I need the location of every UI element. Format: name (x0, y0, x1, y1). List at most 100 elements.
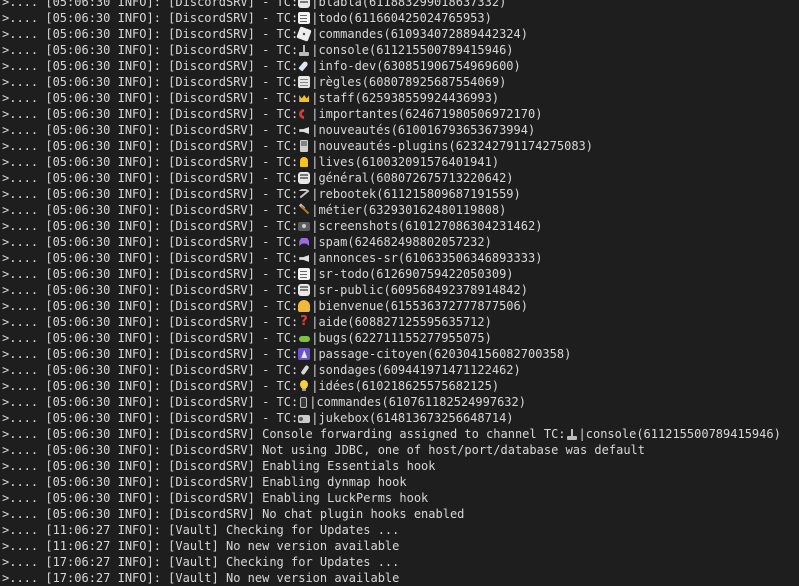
log-text: [05:06:30 INFO]: [DiscordSRV] - TC: (45, 395, 299, 409)
prompt-marker: >.... (2, 491, 46, 505)
log-text: [05:06:30 INFO]: [DiscordSRV] - TC: (45, 283, 299, 297)
log-text: [05:06:30 INFO]: [DiscordSRV] Enabling E… (45, 459, 436, 473)
log-text: [05:06:30 INFO]: [DiscordSRV] - TC: (45, 107, 299, 121)
channel-name: |blabla(611883299018637332) (311, 0, 507, 9)
pager-icon (300, 140, 309, 152)
log-line: >.... [17:06:27 INFO]: [Vault] No new ve… (2, 570, 781, 586)
log-line: >.... [05:06:30 INFO]: [DiscordSRV] - TC… (2, 202, 781, 218)
log-text: [05:06:30 INFO]: [DiscordSRV] - TC: (45, 0, 299, 9)
channel-name: |lives(610032091576401941) (311, 155, 500, 169)
log-line: >.... [05:06:30 INFO]: [DiscordSRV] - TC… (2, 234, 781, 250)
log-text: [05:06:30 INFO]: [DiscordSRV] - TC: (45, 299, 299, 313)
prompt-marker: >.... (2, 75, 46, 89)
log-line: >.... [05:06:30 INFO]: [DiscordSRV] - TC… (2, 378, 781, 394)
log-line: >.... [05:06:30 INFO]: [DiscordSRV] - TC… (2, 266, 781, 282)
speech-balloon-icon (298, 0, 311, 8)
log-line: >.... [05:06:30 INFO]: [DiscordSRV] - TC… (2, 0, 781, 10)
log-text: [05:06:30 INFO]: [DiscordSRV] - TC: (45, 75, 299, 89)
channel-name: |bugs(622711155277955075) (311, 331, 492, 345)
log-line: >.... [05:06:30 INFO]: [DiscordSRV] Not … (2, 442, 781, 458)
log-line: >.... [05:06:30 INFO]: [DiscordSRV] - TC… (2, 218, 781, 234)
log-text: [05:06:30 INFO]: [DiscordSRV] Enabling L… (45, 491, 429, 505)
log-text: [05:06:30 INFO]: [DiscordSRV] - TC: (45, 251, 299, 265)
megaphone-icon (298, 252, 310, 264)
log-text: [11:06:27 INFO]: [Vault] No new version … (45, 539, 400, 553)
prompt-marker: >.... (2, 299, 46, 313)
log-text: [05:06:30 INFO]: [DiscordSRV] - TC: (45, 91, 299, 105)
log-text: [17:06:27 INFO]: [Vault] No new version … (45, 571, 400, 585)
log-line: >.... [05:06:30 INFO]: [DiscordSRV] - TC… (2, 394, 781, 410)
prompt-marker: >.... (2, 427, 46, 441)
speech-balloon-icon (298, 284, 311, 296)
joystick-icon (298, 44, 310, 56)
log-line: >.... [05:06:30 INFO]: [DiscordSRV] - TC… (2, 282, 781, 298)
bug-icon (298, 332, 311, 344)
prompt-marker: >.... (2, 139, 46, 153)
channel-name: |nouveautés(610016793653673994) (311, 123, 536, 137)
prompt-marker: >.... (2, 203, 46, 217)
log-text: [05:06:30 INFO]: [DiscordSRV] - TC: (45, 43, 299, 57)
channel-name: |métier(632930162480119808) (311, 203, 507, 217)
log-line: >.... [05:06:30 INFO]: [DiscordSRV] - TC… (2, 122, 781, 138)
prompt-marker: >.... (2, 411, 46, 425)
crown-icon (298, 92, 310, 104)
channel-name: |règles(608078925687554069) (311, 75, 507, 89)
channel-name: |commandes(610934072889442324) (311, 27, 528, 41)
radio-icon (298, 415, 311, 423)
channel-name: |sr-public(609568492378914842) (311, 283, 528, 297)
channel-name: |sondages(609441971471122462) (311, 363, 521, 377)
log-text: [05:06:30 INFO]: [DiscordSRV] - TC: (45, 139, 299, 153)
prompt-marker: >.... (2, 443, 46, 457)
joystick-icon (566, 428, 578, 440)
console-output[interactable]: >.... [05:06:30 INFO]: [DiscordSRV] - TC… (0, 0, 799, 586)
log-text: [05:06:30 INFO]: [DiscordSRV] - TC: (45, 203, 299, 217)
log-lines: >.... [05:06:30 INFO]: [DiscordSRV] - TC… (2, 0, 781, 586)
log-line: >.... [05:06:30 INFO]: [DiscordSRV] - TC… (2, 138, 781, 154)
channel-name: |annonces-sr(610633506346893333) (311, 251, 543, 265)
prompt-marker: >.... (2, 475, 46, 489)
log-line: >.... [05:06:30 INFO]: [DiscordSRV] - TC… (2, 90, 781, 106)
log-text: [05:06:30 INFO]: [DiscordSRV] - TC: (45, 363, 299, 377)
prompt-marker: >.... (2, 0, 46, 9)
prompt-marker: >.... (2, 27, 46, 41)
log-line: >.... [17:06:27 INFO]: [Vault] Checking … (2, 554, 781, 570)
log-text: [05:06:30 INFO]: [DiscordSRV] - TC: (45, 331, 299, 345)
log-line: >.... [05:06:30 INFO]: [DiscordSRV] Enab… (2, 474, 781, 490)
log-text: [05:06:30 INFO]: [DiscordSRV] - TC: (45, 123, 299, 137)
channel-name: |importantes(624671980506972170) (311, 107, 543, 121)
prompt-marker: >.... (2, 283, 46, 297)
log-line: >.... [05:06:30 INFO]: [DiscordSRV] Enab… (2, 458, 781, 474)
telephone-icon (298, 108, 310, 120)
prompt-marker: >.... (2, 107, 46, 121)
log-line: >.... [05:06:30 INFO]: [DiscordSRV] - TC… (2, 74, 781, 90)
log-text: [11:06:27 INFO]: [Vault] Checking for Up… (45, 523, 400, 537)
channel-name: |info-dev(630851906754969600) (311, 59, 521, 73)
log-line: >.... [05:06:30 INFO]: [DiscordSRV] - TC… (2, 314, 781, 330)
bell-icon (298, 156, 310, 168)
speech-balloon-icon (298, 172, 311, 184)
memo-icon (298, 268, 311, 280)
channel-name: |aide(608827125595635712) (311, 315, 492, 329)
log-text: [05:06:30 INFO]: [DiscordSRV] - TC: (45, 267, 299, 281)
prompt-marker: >.... (2, 91, 46, 105)
log-line: >.... [05:06:30 INFO]: [DiscordSRV] - TC… (2, 10, 781, 26)
channel-name: |spam(624682498802057232) (311, 235, 492, 249)
prompt-marker: >.... (2, 315, 46, 329)
prompt-marker: >.... (2, 59, 46, 73)
channel-name: |console(611215500789415946) (311, 43, 514, 57)
prompt-marker: >.... (2, 539, 46, 553)
waving-icon (298, 300, 311, 312)
log-line: >.... [05:06:30 INFO]: [DiscordSRV] - TC… (2, 26, 781, 42)
channel-name: |idées(610218625575682125) (311, 379, 500, 393)
log-text: [05:06:30 INFO]: [DiscordSRV] No chat pl… (45, 507, 465, 521)
log-line: >.... [05:06:30 INFO]: [DiscordSRV] - TC… (2, 186, 781, 202)
log-text: [05:06:30 INFO]: [DiscordSRV] - TC: (45, 315, 299, 329)
prompt-marker: >.... (2, 251, 46, 265)
hammer-icon (298, 204, 310, 216)
log-text: [05:06:30 INFO]: [DiscordSRV] - TC: (45, 219, 299, 233)
log-line: >.... [05:06:30 INFO]: [DiscordSRV] - TC… (2, 346, 781, 362)
prompt-marker: >.... (2, 507, 46, 521)
log-text: [05:06:30 INFO]: [DiscordSRV] Not using … (45, 443, 646, 457)
log-text: [05:06:30 INFO]: [DiscordSRV] - TC: (45, 171, 299, 185)
pick-icon (298, 188, 310, 200)
